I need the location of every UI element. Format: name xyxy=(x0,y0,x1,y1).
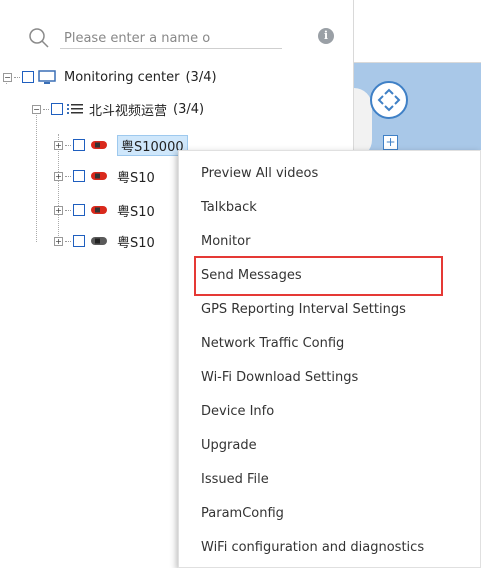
tree-connector xyxy=(36,110,37,242)
send-messages-highlight-box xyxy=(194,256,443,296)
root-count: (3/4) xyxy=(185,69,217,85)
vehicle-label: 粤S10 xyxy=(117,204,155,220)
root-label: Monitoring center xyxy=(64,69,180,85)
expand-icon[interactable]: + xyxy=(54,171,63,181)
menu-item-gps-reporting-interval[interactable]: GPS Reporting Interval Settings xyxy=(201,298,406,322)
car-online-icon xyxy=(89,170,109,182)
search-input[interactable] xyxy=(60,28,282,49)
car-offline-icon xyxy=(89,235,109,247)
pan-arrows-icon xyxy=(377,88,401,112)
menu-item-preview-all-videos[interactable]: Preview All videos xyxy=(201,162,318,186)
menu-item-talkback[interactable]: Talkback xyxy=(201,196,257,220)
menu-item-wifi-configuration-diagnostics[interactable]: WiFi configuration and diagnostics xyxy=(201,536,424,560)
search-icon[interactable] xyxy=(28,27,50,53)
tree-node-root[interactable]: − Monitoring center (3/4) xyxy=(3,67,217,87)
right-header xyxy=(354,0,481,63)
collapse-icon[interactable]: − xyxy=(3,72,12,82)
tree-node-vehicle[interactable]: + 粤S10000 xyxy=(54,134,188,156)
menu-item-issued-file[interactable]: Issued File xyxy=(201,468,269,492)
tree-dash xyxy=(65,209,71,211)
collapse-icon[interactable]: − xyxy=(32,104,41,114)
monitor-icon xyxy=(38,69,56,85)
vehicle-checkbox[interactable] xyxy=(73,139,85,151)
menu-item-upgrade[interactable]: Upgrade xyxy=(201,434,257,458)
menu-item-device-info[interactable]: Device Info xyxy=(201,400,274,424)
vehicle-checkbox[interactable] xyxy=(73,170,85,182)
context-menu: Preview All videos Talkback Monitor Send… xyxy=(178,150,481,568)
expand-icon[interactable]: + xyxy=(54,205,63,215)
tree-node-vehicle[interactable]: + 粤S10 xyxy=(54,166,155,186)
info-icon[interactable]: i xyxy=(318,28,334,44)
vehicle-checkbox[interactable] xyxy=(73,204,85,216)
tree-node-vehicle[interactable]: + 粤S10 xyxy=(54,200,155,220)
tree-dash xyxy=(65,144,71,146)
group-checkbox[interactable] xyxy=(51,103,63,115)
group-count: (3/4) xyxy=(173,101,205,117)
menu-item-param-config[interactable]: ParamConfig xyxy=(201,502,284,526)
tree-dash xyxy=(43,108,49,110)
list-icon xyxy=(67,102,83,116)
tree-node-vehicle[interactable]: + 粤S10 xyxy=(54,231,155,251)
group-label: 北斗视频运营 xyxy=(89,103,168,119)
expand-icon[interactable]: + xyxy=(54,236,63,246)
tree-dash xyxy=(65,175,71,177)
tree-dash xyxy=(14,76,20,78)
car-online-icon xyxy=(89,204,109,216)
root-checkbox[interactable] xyxy=(22,71,34,83)
menu-item-wifi-download-settings[interactable]: Wi-Fi Download Settings xyxy=(201,366,358,390)
map-pan-control[interactable] xyxy=(370,81,408,119)
tree-dash xyxy=(65,240,71,242)
vehicle-label: 粤S10 xyxy=(117,235,155,251)
vehicle-checkbox[interactable] xyxy=(73,235,85,247)
vehicle-label: 粤S10 xyxy=(117,170,155,186)
menu-item-monitor[interactable]: Monitor xyxy=(201,230,250,254)
car-online-icon xyxy=(89,139,109,151)
tree-node-group[interactable]: − 北斗视频运营 (3/4) xyxy=(32,99,204,119)
expand-icon[interactable]: + xyxy=(54,140,63,150)
menu-item-network-traffic-config[interactable]: Network Traffic Config xyxy=(201,332,344,356)
zoom-in-button[interactable]: + xyxy=(383,135,398,150)
search-row: i xyxy=(28,27,348,53)
